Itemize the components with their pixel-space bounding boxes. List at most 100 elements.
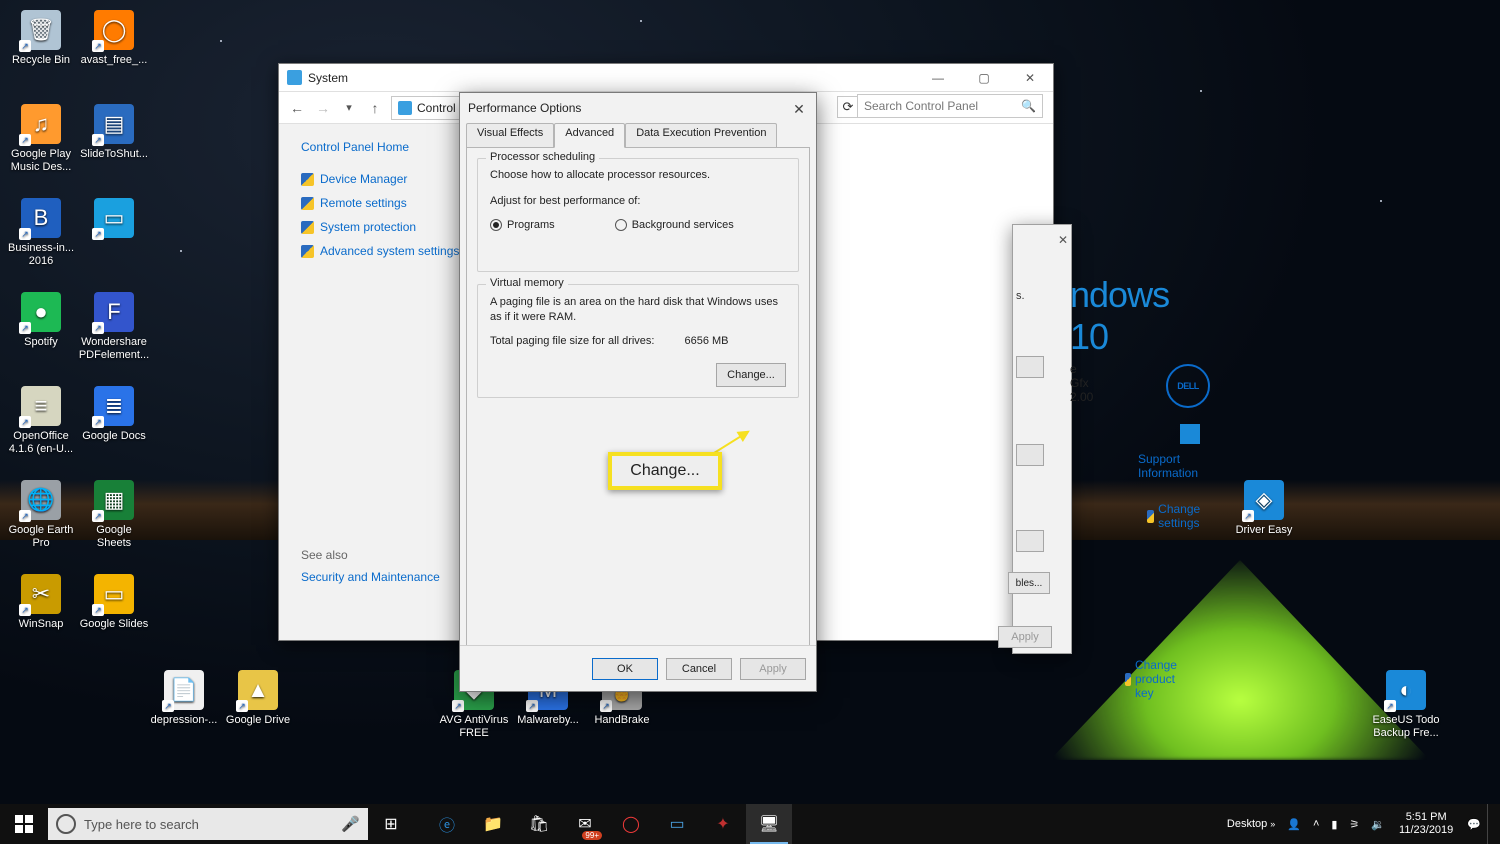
minimize-button[interactable]: —	[915, 64, 961, 92]
forward-button[interactable]: →	[313, 98, 333, 118]
sidebar-device-manager[interactable]: Device Manager	[301, 172, 469, 186]
ok-button[interactable]: OK	[592, 658, 658, 680]
sysprop-snippet: s.	[1016, 290, 1025, 302]
callout-box: Change...	[608, 452, 722, 490]
sidebar-system-protection[interactable]: System protection	[301, 220, 469, 234]
change-button[interactable]: Change...	[716, 363, 786, 387]
desktop-toolbar[interactable]: Desktop»	[1221, 804, 1281, 844]
tab-visual-effects[interactable]: Visual Effects	[466, 123, 554, 147]
desktop-icon[interactable]: ≡↗OpenOffice 4.1.6 (en-U...	[5, 386, 77, 456]
shield-icon	[1125, 673, 1131, 686]
sidebar-remote-settings[interactable]: Remote settings	[301, 196, 469, 210]
system-tray: Desktop» 👤 ˄ ▮ ⚞ 🔉 5:51 PM 11/23/2019 💬	[1221, 804, 1500, 844]
security-link[interactable]: Security and Maintenance	[301, 570, 469, 584]
virtual-memory-fieldset: Virtual memory A paging file is an area …	[477, 284, 799, 398]
taskbar-search[interactable]: Type here to search 🎤	[48, 808, 368, 840]
back-button[interactable]: ←	[287, 98, 307, 118]
desktop-icon[interactable]: ✂↗WinSnap	[5, 574, 77, 631]
desktop-icon[interactable]: ◯↗avast_free_...	[78, 10, 150, 67]
desktop-icon[interactable]: ♫↗Google Play Music Des...	[5, 104, 77, 174]
desktop-icon[interactable]: 📄↗depression-...	[148, 670, 220, 727]
processor-desc: Choose how to allocate processor resourc…	[490, 169, 786, 181]
shield-icon	[301, 245, 314, 258]
recent-button[interactable]: ▾	[339, 98, 359, 118]
vivaldi-button[interactable]: ◯	[608, 804, 654, 844]
address-bar[interactable]: Control P	[391, 96, 465, 120]
shield-icon	[301, 173, 314, 186]
perf-close-icon[interactable]: ✕	[790, 100, 808, 118]
desktop-icon[interactable]: ▭↗	[78, 198, 150, 242]
desktop-icon[interactable]: ◐↗EaseUS Todo Backup Fre...	[1370, 670, 1442, 740]
up-button[interactable]: ↑	[365, 98, 385, 118]
desktop-icon[interactable]: ▦↗Google Sheets	[78, 480, 150, 550]
shield-icon	[301, 197, 314, 210]
taskbar: Type here to search 🎤 ⊞ ⓔ 📁 🛍 ✉99+ ◯ ▭ ✦…	[0, 804, 1500, 844]
change-settings-link[interactable]: Change settings	[1147, 502, 1206, 530]
desktop-icon[interactable]: 🗑↗Recycle Bin	[5, 10, 77, 67]
radio-bgservices[interactable]: Background services	[615, 219, 734, 231]
sysprop-button-2[interactable]	[1016, 444, 1044, 466]
explorer-button[interactable]: 📁	[470, 804, 516, 844]
sysprop-close-icon[interactable]: ✕	[1054, 232, 1072, 248]
tray-chevron-icon[interactable]: ˄	[1307, 804, 1325, 844]
store-button[interactable]: 🛍	[516, 804, 562, 844]
action-center-icon[interactable]: 💬	[1461, 804, 1487, 844]
clock[interactable]: 5:51 PM 11/23/2019	[1391, 804, 1461, 844]
desktop-icon[interactable]: ▲↗Google Drive	[222, 670, 294, 727]
apply-button[interactable]: Apply	[740, 658, 806, 680]
desktop-icon[interactable]: B↗Business-in... 2016	[5, 198, 77, 268]
start-button[interactable]	[0, 804, 48, 844]
sysprop-button-3[interactable]	[1016, 530, 1044, 552]
vm-desc: A paging file is an area on the hard dis…	[490, 295, 786, 325]
taskbar-search-placeholder: Type here to search	[84, 817, 199, 832]
show-desktop[interactable]	[1487, 804, 1500, 844]
mail-button[interactable]: ✉99+	[562, 804, 608, 844]
battery-icon[interactable]: ▮	[1325, 804, 1343, 844]
vm-legend: Virtual memory	[486, 277, 568, 289]
shield-icon	[301, 221, 314, 234]
app-button-2[interactable]: ✦	[700, 804, 746, 844]
vm-total-label: Total paging file size for all drives:	[490, 335, 654, 347]
refresh-button[interactable]: ⟳	[837, 96, 859, 118]
close-button[interactable]: ✕	[1007, 64, 1053, 92]
system-icon	[287, 70, 302, 85]
controlpanel-task[interactable]: 🖥	[746, 804, 792, 844]
volume-icon[interactable]: 🔉	[1365, 804, 1391, 844]
star	[220, 40, 222, 42]
desktop-icon[interactable]: 🌐↗Google Earth Pro	[5, 480, 77, 550]
desktop-icon[interactable]: ●↗Spotify	[5, 292, 77, 349]
cp-home-link[interactable]: Control Panel Home	[301, 140, 469, 154]
desktop-icon[interactable]: ▤↗SlideToShut...	[78, 104, 150, 161]
sysprop-button-1[interactable]	[1016, 356, 1044, 378]
support-info-link[interactable]: Support Information	[1138, 452, 1198, 480]
sysprop-apply[interactable]: Apply	[998, 626, 1052, 648]
windows-logo-text: ndows 10	[1070, 274, 1169, 358]
radio-dot-icon	[615, 219, 627, 231]
tab-dep[interactable]: Data Execution Prevention	[625, 123, 777, 147]
perf-dialog-buttons: OK Cancel Apply	[460, 645, 816, 691]
change-product-key-link[interactable]: Change product key	[1125, 658, 1184, 700]
cancel-button[interactable]: Cancel	[666, 658, 732, 680]
desktop-icon[interactable]: ≣↗Google Docs	[78, 386, 150, 443]
radio-dot-icon	[490, 219, 502, 231]
perf-title[interactable]: Performance Options	[460, 93, 816, 123]
clock-time: 5:51 PM	[1406, 811, 1447, 824]
taskview-button[interactable]: ⊞	[368, 804, 414, 844]
cortana-icon	[56, 814, 76, 834]
radio-programs[interactable]: Programs	[490, 219, 555, 231]
performance-options-dialog: Performance Options ✕ Visual Effects Adv…	[459, 92, 817, 692]
env-vars-button[interactable]: bles...	[1008, 572, 1050, 594]
desktop-icon[interactable]: ▭↗Google Slides	[78, 574, 150, 631]
desktop-icon[interactable]: F↗Wondershare PDFelement...	[78, 292, 150, 362]
tab-advanced[interactable]: Advanced	[554, 123, 625, 148]
edge-button[interactable]: ⓔ	[424, 804, 470, 844]
cp-search[interactable]: Search Control Panel 🔍	[857, 94, 1043, 118]
desktop-icon[interactable]: ◈↗Driver Easy	[1228, 480, 1300, 537]
maximize-button[interactable]: ▢	[961, 64, 1007, 92]
adjust-label: Adjust for best performance of:	[490, 195, 786, 207]
sidebar-advanced-settings[interactable]: Advanced system settings	[301, 244, 469, 258]
people-icon[interactable]: 👤	[1281, 804, 1307, 844]
star	[180, 250, 182, 252]
app-button-1[interactable]: ▭	[654, 804, 700, 844]
wifi-icon[interactable]: ⚞	[1343, 804, 1365, 844]
